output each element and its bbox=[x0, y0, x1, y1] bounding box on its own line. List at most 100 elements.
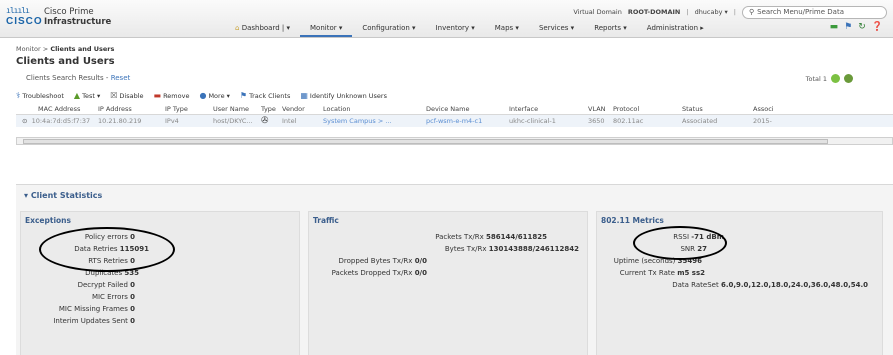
nav-reports[interactable]: Reports ▾ bbox=[584, 22, 637, 37]
stat-data-rateset: Data RateSet 6.0,9.0,12.0,18.0,24.0,36.0… bbox=[672, 281, 868, 289]
breadcrumb-parent[interactable]: Monitor bbox=[16, 45, 41, 53]
stethoscope-icon: ⚕ bbox=[16, 91, 21, 100]
stat-value: 0/0 bbox=[414, 269, 427, 277]
cisco-logo[interactable]: ılıılı CISCO Cisco Prime Infrastructure bbox=[6, 4, 146, 32]
stat-label: Bytes Tx/Rx bbox=[444, 245, 487, 253]
col-location[interactable]: Location bbox=[321, 105, 424, 113]
user-name-cell: host/DKYC... bbox=[213, 117, 253, 125]
test-button[interactable]: ▲ Test ▾ bbox=[74, 91, 100, 100]
stat-value: 130143888/246112842 bbox=[488, 245, 579, 253]
client-statistics-title[interactable]: ▾ Client Statistics bbox=[24, 191, 102, 200]
highlight-circle bbox=[633, 226, 727, 260]
stat-interim-updates: Interim Updates Sent 0 bbox=[53, 317, 135, 325]
cisco-bars-icon: ılıılı bbox=[6, 6, 30, 15]
nav-services[interactable]: Services ▾ bbox=[529, 22, 584, 37]
col-ip-address[interactable]: IP Address bbox=[96, 105, 163, 113]
stat-value: 0/0 bbox=[414, 257, 427, 265]
nav-dashboard[interactable]: ⌂ Dashboard | ▾ bbox=[225, 22, 300, 37]
identify-unknown-users-button[interactable]: ▦ Identify Unknown Users bbox=[300, 91, 387, 100]
disable-button[interactable]: ☒ Disable bbox=[110, 91, 143, 100]
radio-button[interactable]: ⊙ bbox=[22, 117, 27, 125]
mac-cell: ⊙ 10:4a:7d:d5:f7:37 bbox=[16, 117, 96, 125]
troubleshoot-button[interactable]: ⚕ Troubleshoot bbox=[16, 91, 64, 100]
stat-label: Packets Tx/Rx bbox=[435, 233, 484, 241]
breadcrumb: Monitor > Clients and Users bbox=[16, 45, 115, 53]
users-icon: ▦ bbox=[300, 91, 308, 100]
scrollbar-thumb[interactable] bbox=[23, 139, 828, 144]
col-vendor[interactable]: Vendor bbox=[280, 105, 321, 113]
stat-value: 6.0,9.0,12.0,18.0,24.0,36.0,48.0,54.0 bbox=[720, 281, 868, 289]
traffic-title: Traffic bbox=[313, 216, 339, 225]
settings-icon[interactable] bbox=[844, 74, 853, 83]
location-link[interactable]: System Campus > ... bbox=[321, 117, 424, 125]
virtual-domain-value[interactable]: ROOT-DOMAIN bbox=[628, 8, 681, 16]
col-mac-address[interactable]: MAC Address bbox=[16, 105, 96, 113]
refresh-icon[interactable] bbox=[831, 74, 840, 83]
nav-monitor[interactable]: Monitor ▾ bbox=[300, 22, 353, 37]
col-type[interactable]: Type bbox=[259, 105, 280, 113]
col-association[interactable]: Associ bbox=[751, 105, 791, 113]
chat-icon[interactable]: ▬ bbox=[830, 22, 839, 32]
track-clients-button[interactable]: ⚑ Track Clients bbox=[240, 91, 290, 100]
cisco-wordmark: CISCO bbox=[6, 16, 43, 27]
reset-link[interactable]: Reset bbox=[111, 74, 131, 82]
col-status[interactable]: Status bbox=[680, 105, 751, 113]
separator: | bbox=[733, 8, 736, 16]
stat-packets-dropped: Packets Dropped Tx/Rx 0/0 bbox=[332, 269, 427, 277]
search-placeholder: Search Menu/Prime Data bbox=[757, 8, 844, 16]
nav-maps[interactable]: Maps ▾ bbox=[485, 22, 529, 37]
search-input[interactable]: ⚲ Search Menu/Prime Data bbox=[742, 5, 887, 19]
stat-label: Data RateSet bbox=[672, 281, 719, 289]
stat-value: 586144/611825 bbox=[485, 233, 547, 241]
clients-table: MAC Address IP Address IP Type User Name… bbox=[16, 103, 893, 127]
stat-value: 0 bbox=[130, 305, 135, 313]
metrics-box: 802.11 Metrics RSSI -71 dBm SNR 27 Uptim… bbox=[596, 211, 883, 355]
troubleshoot-label: Troubleshoot bbox=[22, 91, 64, 100]
nav-administration[interactable]: Administration ▸ bbox=[637, 22, 714, 37]
more-button[interactable]: ● More ▾ bbox=[199, 91, 229, 100]
remove-icon: ▬ bbox=[153, 91, 162, 100]
stat-label: Dropped Bytes Tx/Rx bbox=[338, 257, 413, 265]
client-statistics-label: Client Statistics bbox=[30, 191, 103, 200]
refresh-icon[interactable]: ↻ bbox=[858, 22, 866, 32]
table-row[interactable]: ⊙ 10:4a:7d:d5:f7:37 10.21.80.219 IPv4 ho… bbox=[16, 115, 893, 127]
col-vlan[interactable]: VLAN bbox=[586, 105, 611, 113]
total-count: Total 1 bbox=[806, 74, 853, 83]
stat-label: MIC Errors bbox=[91, 293, 128, 301]
col-interface[interactable]: Interface bbox=[507, 105, 586, 113]
collapse-icon: ▾ bbox=[24, 191, 29, 200]
nav-configuration[interactable]: Configuration ▾ bbox=[352, 22, 425, 37]
table-header-row: MAC Address IP Address IP Type User Name… bbox=[16, 103, 893, 115]
col-device-name[interactable]: Device Name bbox=[424, 105, 507, 113]
stat-value: m5 ss2 bbox=[677, 269, 705, 277]
stat-packets-tx-rx: Packets Tx/Rx 586144/611825 bbox=[435, 233, 547, 241]
product-name-line1: Cisco Prime bbox=[44, 7, 94, 17]
top-header: ılıılı CISCO Cisco Prime Infrastructure … bbox=[0, 0, 893, 38]
horizontal-scrollbar[interactable] bbox=[16, 137, 893, 145]
help-icon[interactable]: ❓ bbox=[872, 22, 883, 32]
col-user-name[interactable]: User Name bbox=[211, 105, 259, 113]
stat-dropped-bytes: Dropped Bytes Tx/Rx 0/0 bbox=[339, 257, 427, 265]
disable-label: Disable bbox=[119, 91, 144, 100]
remove-button[interactable]: ▬ Remove bbox=[154, 91, 190, 100]
stat-value: 0 bbox=[130, 293, 135, 301]
interface-cell: ukhc-clinical-1 bbox=[509, 117, 556, 125]
metrics-title: 802.11 Metrics bbox=[601, 216, 664, 225]
flag-icon[interactable]: ⚑ bbox=[844, 22, 852, 32]
col-ip-type[interactable]: IP Type bbox=[163, 105, 211, 113]
header-utilities: Virtual Domain ROOT-DOMAIN | dhucaby ▾ |… bbox=[573, 5, 887, 19]
stat-value: 0 bbox=[130, 281, 135, 289]
col-protocol[interactable]: Protocol bbox=[611, 105, 680, 113]
nav-icons: ▬ ⚑ ↻ ❓ bbox=[830, 22, 883, 32]
product-name-line2: Infrastructure bbox=[44, 17, 112, 27]
user-menu[interactable]: dhucaby ▾ bbox=[695, 8, 728, 16]
stat-mic-missing-frames: MIC Missing Frames 0 bbox=[59, 305, 135, 313]
ip-type-cell: IPv4 bbox=[165, 117, 179, 125]
stat-label: Current Tx Rate bbox=[619, 269, 675, 277]
track-icon: ⚑ bbox=[239, 91, 248, 100]
breadcrumb-current: Clients and Users bbox=[50, 45, 115, 53]
device-name-link[interactable]: pcf-wsm-e-m4-c1 bbox=[424, 117, 507, 125]
association-cell: 2015- bbox=[753, 117, 772, 125]
main-nav: ⌂ Dashboard | ▾ Monitor ▾ Configuration … bbox=[225, 22, 714, 37]
nav-inventory[interactable]: Inventory ▾ bbox=[426, 22, 485, 37]
